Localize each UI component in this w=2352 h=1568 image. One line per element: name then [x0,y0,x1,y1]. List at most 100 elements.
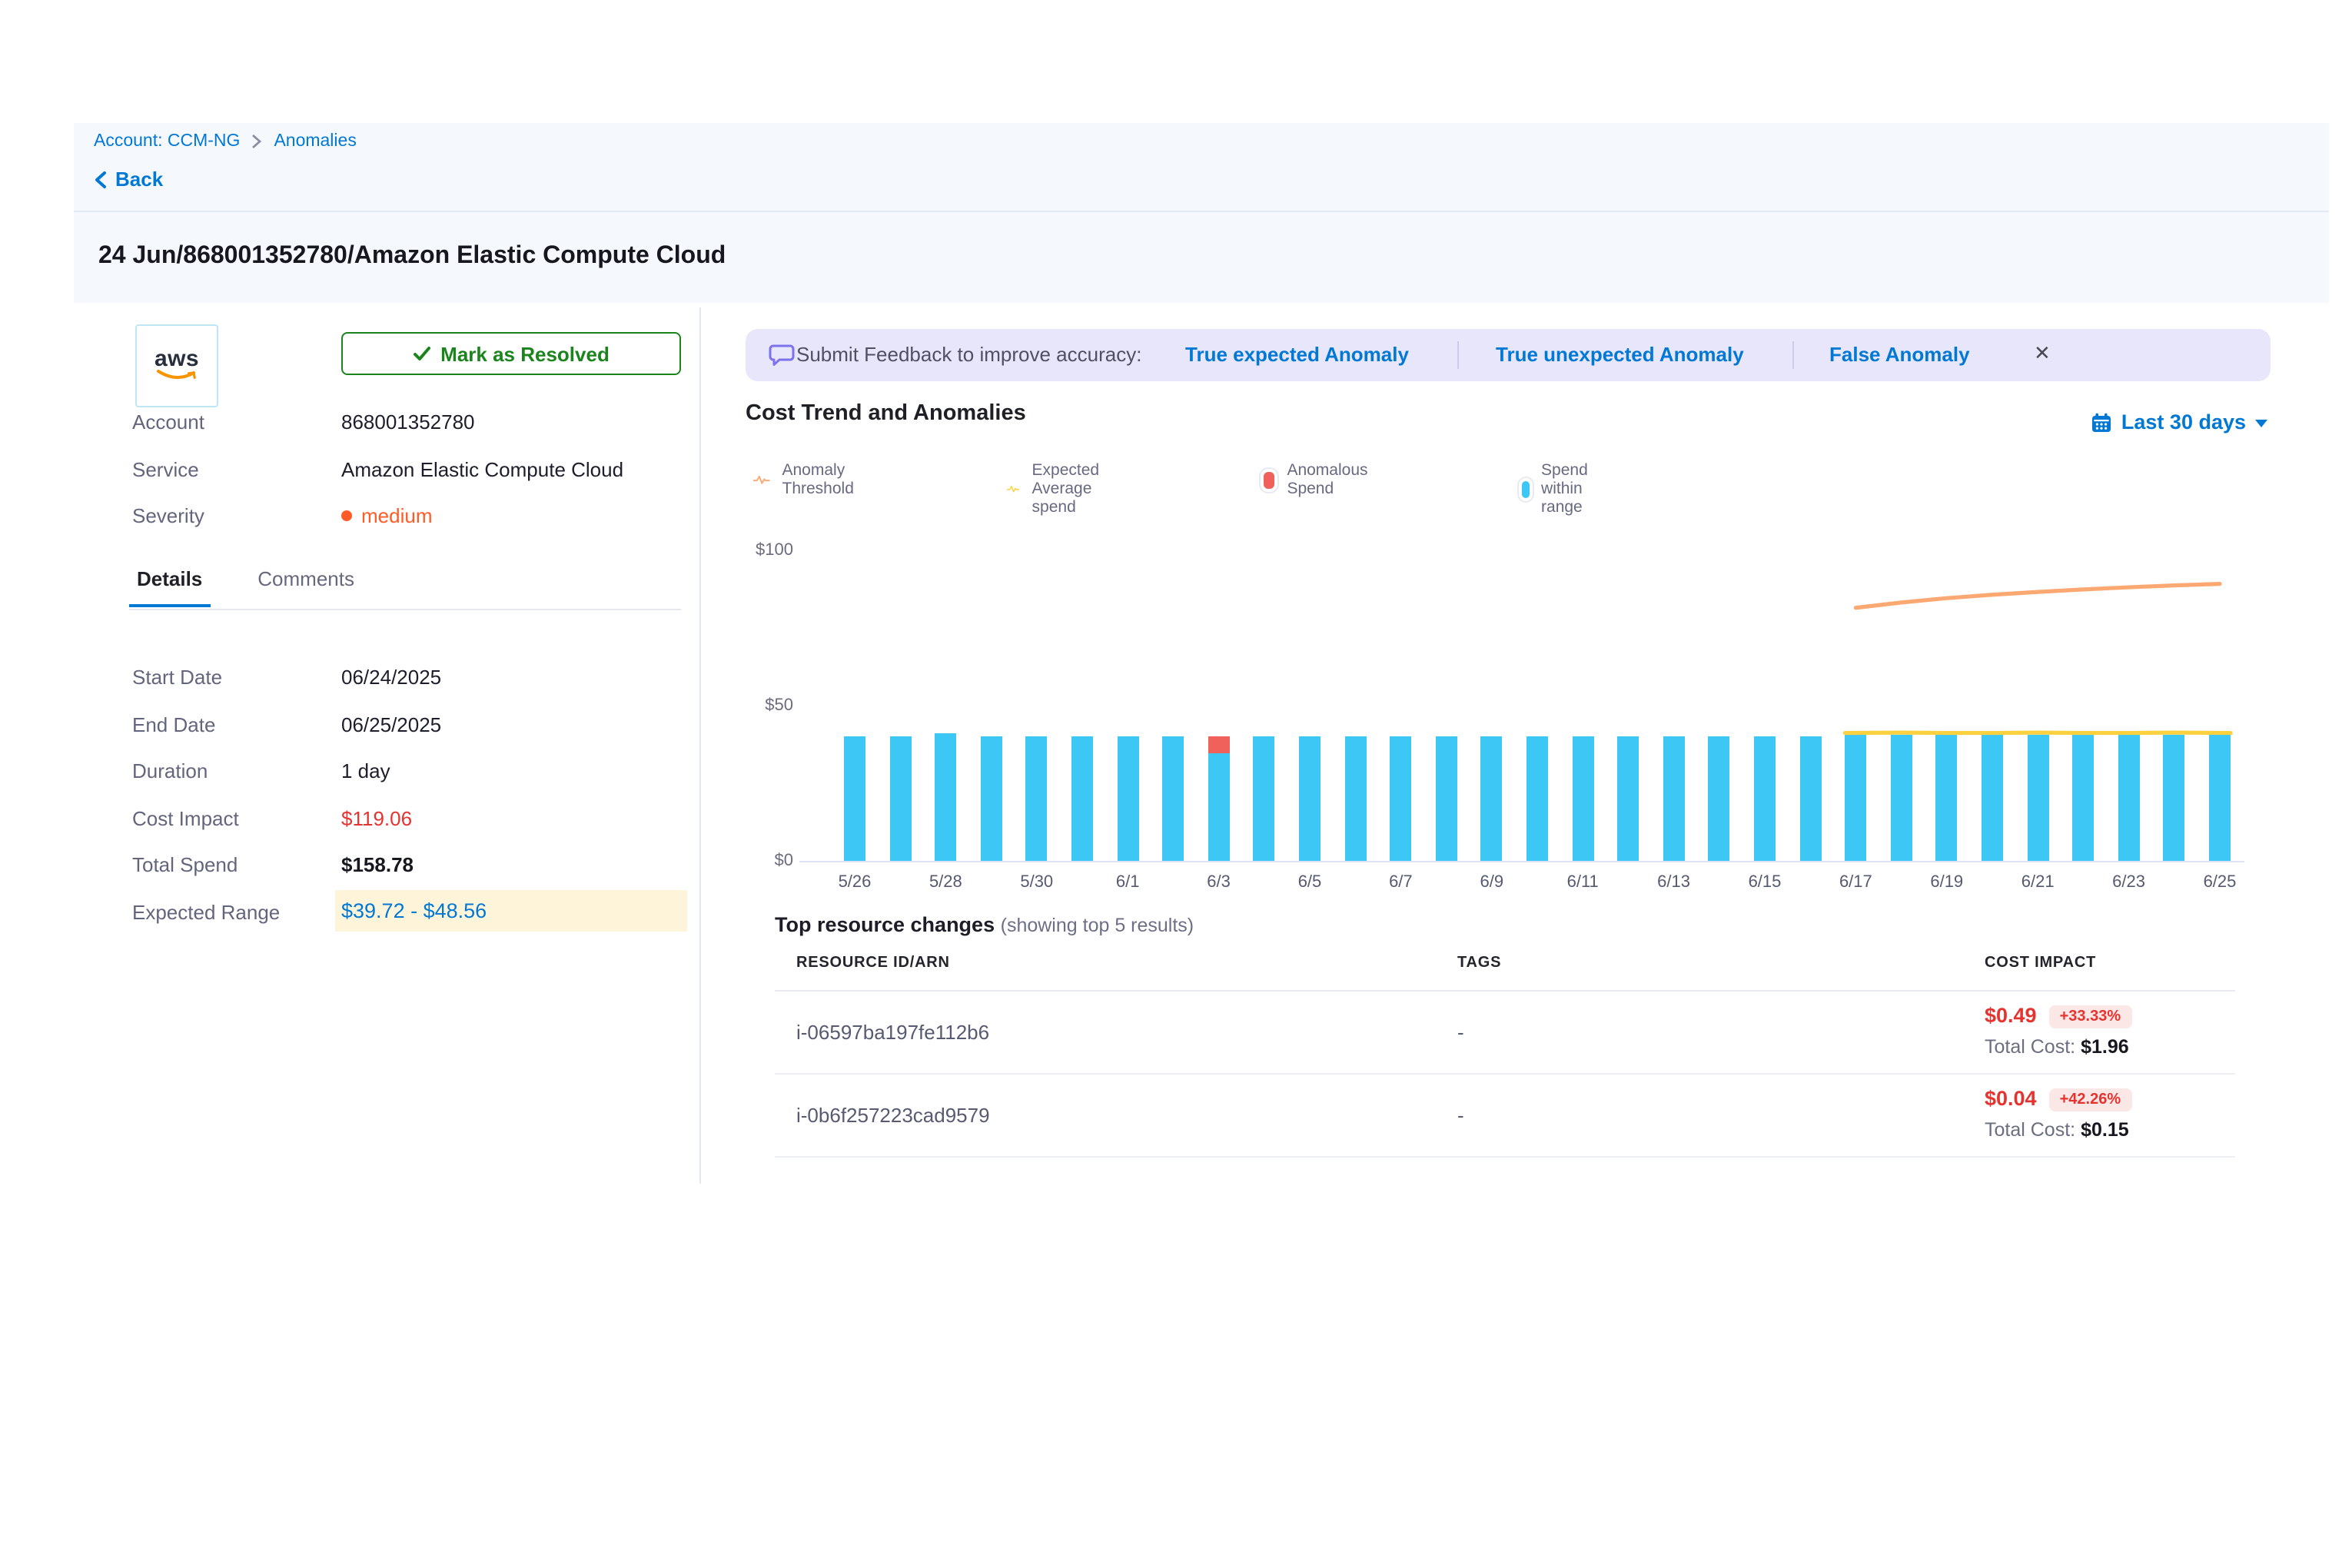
breadcrumb-anomalies-link[interactable]: Anomalies [274,132,356,151]
bar-6-12[interactable] [1617,736,1639,861]
bar-6-24[interactable] [2164,736,2185,861]
banner-close-icon[interactable]: ✕ [2034,341,2051,366]
y-axis-tick: $0 [746,852,793,870]
page-title: 24 Jun/868001352780/Amazon Elastic Compu… [98,243,726,271]
bar-6-8[interactable] [1436,736,1457,861]
feedback-option-true-unexpected-anomaly[interactable]: True unexpected Anomaly [1496,343,1744,366]
bar-6-17[interactable] [1845,736,1866,861]
banner-divider [1792,341,1794,369]
aws-provider-badge: aws [135,324,218,407]
x-axis-tick-6-1: 6/1 [1094,873,1161,892]
mark-as-resolved-button[interactable]: Mark as Resolved [341,332,681,375]
breadcrumb-bar: Account: CCM-NG Anomalies Back [74,123,2329,212]
bar-6-21[interactable] [2027,736,2048,861]
bar-6-23[interactable] [2118,736,2140,861]
bar-5-29[interactable] [981,736,1002,861]
bar-6-5[interactable] [1299,736,1321,861]
bar-6-6[interactable] [1344,736,1366,861]
tab-details[interactable]: Details [129,567,210,607]
banner-divider [1457,341,1459,369]
x-axis-tick-6-5: 6/5 [1276,873,1344,892]
detail-label-duration: Duration [132,759,208,782]
total-cost-label: Total Cost: [1985,1036,2081,1058]
bar-5-28[interactable] [935,734,956,861]
calendar-icon [2091,411,2112,433]
legend-swatch-icon [1264,471,1274,488]
bar-6-19[interactable] [1936,736,1958,861]
tabs-divider [129,609,681,610]
bar-6-11[interactable] [1572,736,1593,861]
bar-6-4[interactable] [1254,736,1275,861]
detail-value-cost-impact: $119.06 [341,807,412,830]
cost-trend-panel: Submit Feedback to improve accuracy: ✕ T… [746,303,2271,1379]
bar-6-16[interactable] [1799,736,1821,861]
legend-item-anomaly-threshold: Anomaly Threshold [753,461,865,498]
bar-anomalous-6-3[interactable] [1208,736,1230,753]
panel-divider [699,307,701,1184]
table-row: i-0b6f257223cad9579-$0.04+42.26%Total Co… [775,1075,2235,1158]
resources-title: Top resource changes [775,913,995,936]
tab-comments[interactable]: Comments [250,567,362,607]
detail-label-cost-impact: Cost Impact [132,807,239,830]
feedback-banner-text: Submit Feedback to improve accuracy: [796,343,1141,366]
info-label-account: Account [132,410,204,434]
feedback-option-false-anomaly[interactable]: False Anomaly [1829,343,1970,366]
x-axis-tick-6-23: 6/23 [2095,873,2163,892]
cost-trend-chart: $0$50$1005/265/285/306/16/36/56/76/96/11… [746,507,2271,892]
x-axis-tick-5-30: 5/30 [1003,873,1071,892]
info-value-account: 868001352780 [341,410,475,434]
bar-5-27[interactable] [889,736,911,861]
impact-value: $0.04 [1985,1087,2037,1110]
resource-id-link[interactable]: i-0b6f257223cad9579 [796,1104,990,1127]
column-tags: TAGS [1457,955,1501,972]
column-cost-impact: COST IMPACT [1985,955,2096,972]
bar-6-22[interactable] [2072,736,2094,861]
anomaly-threshold-line [1855,584,2220,608]
back-chevron-icon [94,170,108,188]
bar-5-26[interactable] [844,736,865,861]
impact-percent-badge: +42.26% [2049,1088,2132,1111]
total-cost-value: $0.15 [2081,1119,2129,1141]
back-button[interactable]: Back [94,168,163,191]
bar-6-7[interactable] [1390,736,1411,861]
bar-6-20[interactable] [1982,736,2003,861]
breadcrumb-account-link[interactable]: Account: CCM-NG [94,132,240,151]
anomaly-summary-panel: aws Mark as Resolved Account 868001352780… [74,303,699,1187]
resolve-button-label: Mark as Resolved [440,342,610,365]
detail-tabs: Details Comments [129,567,362,607]
total-cost-value: $1.96 [2081,1036,2129,1058]
bar-5-31[interactable] [1071,736,1093,861]
x-axis-tick-6-17: 6/17 [1822,873,1889,892]
period-label: Last 30 days [2121,410,2246,434]
detail-value-total-spend: $158.78 [341,854,414,877]
legend-line-icon [753,470,770,489]
bar-6-3[interactable] [1208,753,1230,861]
resource-id-link[interactable]: i-06597ba197fe112b6 [796,1021,989,1044]
bar-6-13[interactable] [1663,736,1685,861]
detail-value-expected-range: $39.72 - $48.56 [335,890,687,932]
chevron-down-icon [2255,420,2267,427]
cost-impact-cell: $0.49+33.33%Total Cost: $1.96 [1985,1002,2131,1058]
bar-6-14[interactable] [1709,736,1730,861]
info-value-severity: medium [341,504,433,527]
impact-percent-badge: +33.33% [2049,1005,2132,1028]
bar-6-1[interactable] [1117,736,1138,861]
bar-5-30[interactable] [1026,736,1048,861]
x-axis-tick-6-11: 6/11 [1549,873,1616,892]
breadcrumb: Account: CCM-NG Anomalies [94,132,357,151]
detail-value-end-date: 06/25/2025 [341,713,441,736]
total-cost-label: Total Cost: [1985,1119,2081,1141]
severity-dot [341,510,352,521]
feedback-option-true-expected-anomaly[interactable]: True expected Anomaly [1185,343,1409,366]
bar-6-15[interactable] [1754,736,1776,861]
resource-tags: - [1457,1021,1464,1044]
bar-6-10[interactable] [1526,736,1548,861]
bar-6-9[interactable] [1481,736,1503,861]
period-selector[interactable]: Last 30 days [2091,410,2267,434]
bar-6-18[interactable] [1891,736,1912,861]
column-resource-id: RESOURCE ID/ARN [796,955,950,972]
x-axis-tick-6-9: 6/9 [1458,873,1526,892]
bar-6-25[interactable] [2209,736,2231,861]
anomaly-details-page: Account: CCM-NG Anomalies Back 24 Jun/86… [0,0,2352,1568]
bar-6-2[interactable] [1162,736,1184,861]
